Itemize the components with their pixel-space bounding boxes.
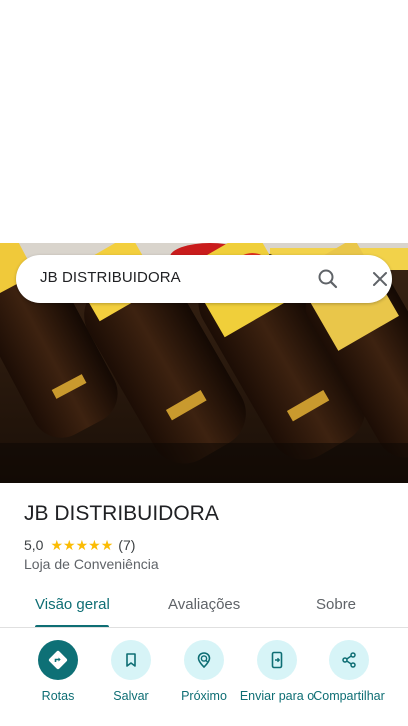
- star-icon: ★: [88, 537, 101, 553]
- star-rating: ★ ★ ★ ★ ★: [50, 538, 113, 552]
- nearby-label: Próximo: [181, 689, 227, 703]
- share-button[interactable]: Compartilhar: [309, 640, 389, 703]
- directions-button[interactable]: Rotas: [18, 640, 98, 703]
- directions-icon[interactable]: [38, 640, 78, 680]
- nearby-icon[interactable]: [184, 640, 224, 680]
- close-icon[interactable]: [368, 267, 392, 291]
- save-label: Salvar: [113, 689, 149, 703]
- star-icon: ★: [63, 537, 76, 553]
- nearby-button[interactable]: Próximo: [164, 640, 244, 703]
- search-bar[interactable]: JB DISTRIBUIDORA: [16, 255, 392, 303]
- rating-value: 5,0: [24, 537, 44, 553]
- share-label: Compartilhar: [313, 689, 385, 703]
- tab-reviews[interactable]: Avaliações: [168, 596, 240, 613]
- place-title: JB DISTRIBUIDORA: [24, 502, 219, 525]
- action-bar: Rotas Salvar Próximo Enviar para o Compa…: [0, 640, 408, 726]
- send-to-phone-button[interactable]: Enviar para o: [237, 640, 317, 703]
- save-button[interactable]: Salvar: [91, 640, 171, 703]
- send-to-phone-label: Enviar para o: [239, 689, 315, 703]
- review-count[interactable]: (7): [118, 537, 135, 553]
- search-query[interactable]: JB DISTRIBUIDORA: [40, 269, 181, 286]
- search-icon[interactable]: [316, 267, 340, 291]
- star-icon: ★: [75, 537, 89, 553]
- star-icon: ★: [50, 537, 64, 553]
- map-area[interactable]: [0, 0, 408, 243]
- share-icon[interactable]: [329, 640, 369, 680]
- rating-row[interactable]: 5,0 ★ ★ ★ ★ ★ (7): [24, 536, 135, 554]
- tab-about[interactable]: Sobre: [316, 596, 356, 613]
- tab-overview[interactable]: Visão geral: [35, 596, 110, 613]
- send-to-phone-icon[interactable]: [257, 640, 297, 680]
- directions-label: Rotas: [41, 689, 75, 703]
- star-icon: ★: [100, 537, 114, 553]
- tab-bar: Visão geral Avaliações Sobre: [0, 588, 408, 628]
- place-category[interactable]: Loja de Conveniência: [24, 556, 159, 572]
- tabs-divider: [0, 627, 408, 628]
- bookmark-icon[interactable]: [111, 640, 151, 680]
